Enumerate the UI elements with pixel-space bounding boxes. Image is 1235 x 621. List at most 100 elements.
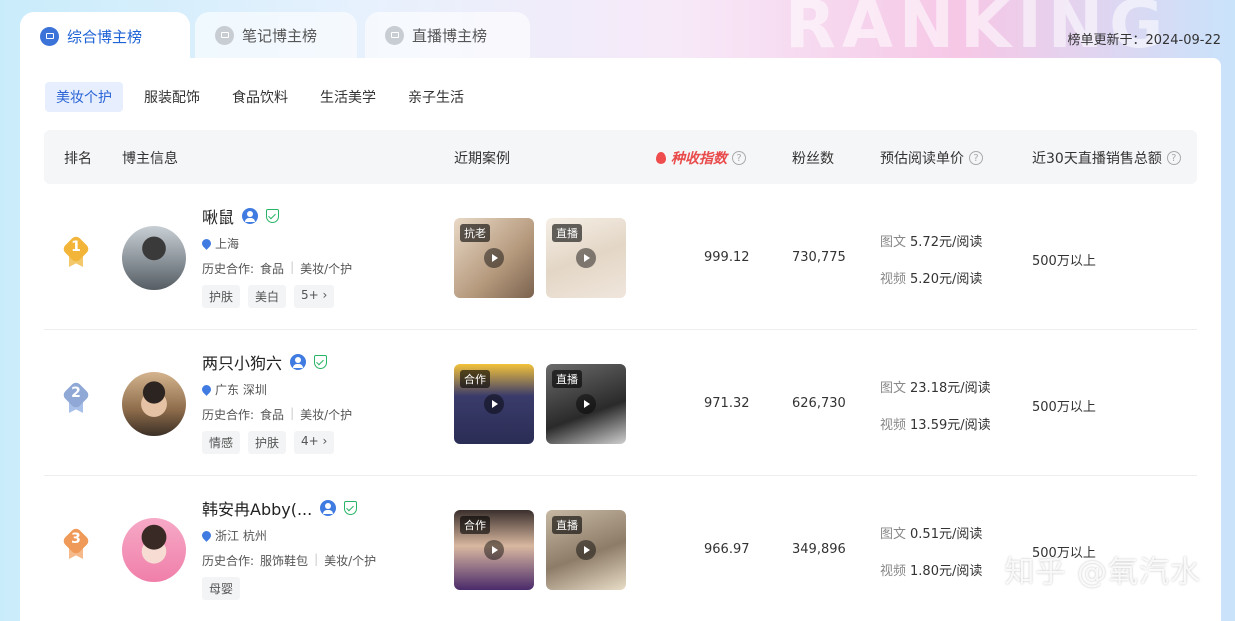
case-thumbnail[interactable]: 抗老: [454, 218, 534, 298]
more-tags-button[interactable]: 5+ ›: [294, 285, 335, 308]
case-badge: 抗老: [460, 224, 490, 242]
user-icon: [242, 208, 259, 224]
case-thumbnail[interactable]: 直播: [546, 510, 626, 590]
header-blogger: 博主信息: [122, 151, 178, 167]
blogger-info: 韩安冉Abby(... 浙江 杭州 历史合作: 服饰鞋包 | 美妆/个护 母婴: [200, 496, 376, 600]
help-icon[interactable]: ?: [1166, 151, 1181, 165]
more-tags-button[interactable]: 4+ ›: [294, 431, 335, 454]
chart-icon: [40, 26, 59, 46]
fans-count: 349,896: [792, 542, 846, 557]
case-badge: 合作: [460, 516, 490, 534]
case-thumbnail[interactable]: 合作: [454, 510, 534, 590]
zhihu-watermark: 知乎 @氧汽水: [1004, 555, 1201, 590]
case-thumbnail[interactable]: 直播: [546, 364, 626, 444]
ranking-panel: 美妆个护 服装配饰 食品饮料 生活美学 亲子生活 排名 博主信息 近期案例 种收…: [20, 58, 1221, 621]
header-sales: 近30天直播销售总额 ?: [1032, 148, 1181, 168]
tag: 情感: [202, 431, 241, 454]
header-index: 种收指数 ?: [656, 148, 746, 168]
user-icon: [290, 354, 307, 370]
history-label: 历史合作:: [202, 554, 255, 568]
sales-total: 500万以上: [1032, 400, 1096, 415]
tab-label: 综合博主榜: [67, 27, 143, 46]
gold-medal-icon: 1: [61, 234, 91, 267]
category-filter: 美妆个护 服装配饰 食品饮料 生活美学 亲子生活: [45, 82, 475, 112]
fans-count: 730,775: [792, 250, 846, 265]
location: 广东 深圳: [215, 383, 267, 397]
note-icon: [215, 25, 234, 45]
play-icon: [576, 540, 596, 560]
help-icon[interactable]: ?: [969, 151, 983, 165]
price-video-label: 视频: [880, 418, 907, 433]
header-price-label: 预估阅读单价: [880, 151, 964, 167]
bronze-medal-icon: 3: [61, 526, 91, 559]
category-beauty[interactable]: 美妆个护: [45, 82, 123, 112]
header-price: 预估阅读单价 ?: [880, 148, 983, 168]
case-badge: 直播: [552, 516, 582, 534]
header-cases: 近期案例: [454, 151, 510, 167]
header-fans: 粉丝数: [792, 151, 834, 167]
flame-icon: [656, 152, 666, 164]
case-thumbnail[interactable]: 直播: [546, 218, 626, 298]
silver-medal-icon: 2: [61, 380, 91, 413]
location: 浙江 杭州: [215, 529, 267, 543]
index-value: 971.32: [704, 396, 750, 411]
rank-number: 1: [71, 239, 81, 255]
tag: 护肤: [248, 431, 287, 454]
case-thumbnail[interactable]: 合作: [454, 364, 534, 444]
blogger-name[interactable]: 啾鼠: [202, 204, 234, 228]
play-icon: [576, 248, 596, 268]
case-badge: 直播: [552, 370, 582, 388]
index-value: 966.97: [704, 542, 750, 557]
tab-overall-ranking[interactable]: 综合博主榜: [20, 12, 190, 60]
header-sales-label: 近30天直播销售总额: [1032, 151, 1162, 167]
price-video-label: 视频: [880, 564, 907, 579]
avatar[interactable]: [122, 372, 186, 436]
location-pin-icon: [200, 237, 213, 250]
tab-label: 笔记博主榜: [242, 26, 318, 45]
update-date: 榜单更新于：2024-09-22: [1067, 33, 1221, 48]
history-label: 历史合作:: [202, 408, 255, 422]
history-item: 服饰鞋包: [260, 554, 309, 568]
avatar[interactable]: [122, 518, 186, 582]
tag: 美白: [248, 285, 287, 308]
history-item: 食品: [260, 262, 285, 276]
location-pin-icon: [200, 383, 213, 396]
user-icon: [320, 500, 337, 516]
category-lifestyle[interactable]: 生活美学: [309, 82, 387, 112]
rank-number: 2: [71, 385, 81, 401]
history-item: 美妆/个护: [300, 408, 353, 422]
avatar[interactable]: [122, 226, 186, 290]
location-pin-icon: [200, 529, 213, 542]
header-index-label: 种收指数: [671, 151, 727, 167]
blogger-info: 啾鼠 上海 历史合作: 食品 | 美妆/个护 护肤 美白 5+ ›: [200, 204, 353, 308]
table-row[interactable]: 1 啾鼠 上海 历史合作: 食品 | 美妆/个护 护肤 美白 5+ › 抗老 直…: [44, 184, 1197, 330]
tab-note-ranking[interactable]: 笔记博主榜: [195, 12, 357, 58]
case-badge: 合作: [460, 370, 490, 388]
verified-shield-icon: [344, 501, 358, 515]
category-parenting[interactable]: 亲子生活: [397, 82, 475, 112]
category-apparel[interactable]: 服装配饰: [133, 82, 211, 112]
help-icon[interactable]: ?: [732, 151, 746, 165]
fans-count: 626,730: [792, 396, 846, 411]
price-video: 13.59元/阅读: [910, 418, 991, 433]
table-row[interactable]: 2 两只小狗六 广东 深圳 历史合作: 食品 | 美妆/个护 情感 护肤 4+ …: [44, 330, 1197, 476]
tag: 母婴: [202, 577, 241, 600]
live-icon: [385, 25, 404, 45]
category-food[interactable]: 食品饮料: [221, 82, 299, 112]
play-icon: [484, 540, 504, 560]
price-video: 5.20元/阅读: [910, 272, 983, 287]
table-header: 排名 博主信息 近期案例 种收指数 ? 粉丝数 预估阅读单价 ? 近30天直播销…: [44, 130, 1197, 184]
blogger-info: 两只小狗六 广东 深圳 历史合作: 食品 | 美妆/个护 情感 护肤 4+ ›: [200, 350, 353, 454]
location: 上海: [215, 237, 240, 251]
play-icon: [576, 394, 596, 414]
history-label: 历史合作:: [202, 262, 255, 276]
history-item: 美妆/个护: [300, 262, 353, 276]
price-image: 23.18元/阅读: [910, 381, 991, 396]
blogger-name[interactable]: 韩安冉Abby(...: [202, 496, 312, 520]
blogger-name[interactable]: 两只小狗六: [202, 350, 282, 374]
play-icon: [484, 248, 504, 268]
price-video-label: 视频: [880, 272, 907, 287]
tag: 护肤: [202, 285, 241, 308]
tab-live-ranking[interactable]: 直播博主榜: [365, 12, 530, 58]
verified-shield-icon: [266, 209, 280, 223]
